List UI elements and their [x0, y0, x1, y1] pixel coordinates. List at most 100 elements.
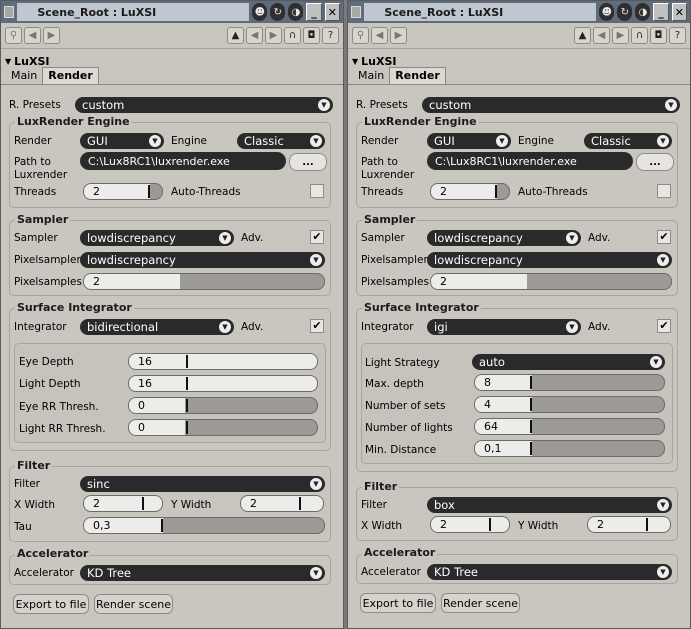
help-circle-icon[interactable]: ◑ [635, 3, 651, 21]
ywidth-slider[interactable]: 2 [240, 495, 324, 512]
accelerator-dropdown[interactable]: KD Tree ▼ [80, 565, 325, 581]
integrator-adv-checkbox[interactable]: ✔ [657, 319, 671, 333]
accelerator-dropdown[interactable]: KD Tree ▼ [427, 564, 672, 580]
home-icon[interactable]: ▲ [574, 27, 591, 44]
slider-handle[interactable] [489, 518, 491, 531]
back-arrow-icon[interactable]: ◀ [24, 27, 41, 44]
tab-main[interactable]: Main [6, 68, 42, 84]
pixelsamples-slider[interactable]: 2 [430, 273, 672, 290]
integrator-adv-checkbox[interactable]: ✔ [310, 319, 324, 333]
collapse-triangle-icon[interactable]: ▼ [352, 57, 358, 66]
path-label-line1: Path to [361, 156, 398, 168]
autothreads-checkbox[interactable] [310, 184, 324, 198]
path-input[interactable]: C:\Lux8RC1\luxrender.exe [80, 152, 286, 170]
minimize-button[interactable]: _ [306, 3, 322, 21]
forward-arrow-icon[interactable]: ▶ [390, 27, 407, 44]
filter-dropdown[interactable]: box ▼ [427, 497, 672, 513]
question-icon[interactable]: ? [322, 27, 339, 44]
close-button[interactable]: ✕ [324, 3, 340, 21]
sampler-dropdown[interactable]: lowdiscrepancy ▼ [80, 230, 234, 246]
recycle-icon[interactable]: ◘ [303, 27, 320, 44]
engine-dropdown[interactable]: Classic ▼ [237, 133, 325, 149]
refresh-icon[interactable]: ↻ [270, 3, 286, 21]
autothreads-checkbox[interactable] [657, 184, 671, 198]
search-icon[interactable]: ⚲ [352, 27, 369, 44]
threads-slider[interactable]: 2 [430, 183, 510, 200]
path-input[interactable]: C:\Lux8RC1\luxrender.exe [427, 152, 633, 170]
recycle-icon[interactable]: ◘ [650, 27, 667, 44]
slider-handle[interactable] [495, 185, 498, 198]
next-icon[interactable]: ▶ [265, 27, 282, 44]
param-slider[interactable]: 0 [128, 419, 318, 436]
sampler-adv-checkbox[interactable]: ✔ [310, 230, 324, 244]
engine-dropdown[interactable]: Classic ▼ [584, 133, 672, 149]
next-icon[interactable]: ▶ [612, 27, 629, 44]
filter-dropdown[interactable]: sinc ▼ [80, 476, 325, 492]
slider-handle[interactable] [148, 185, 151, 198]
title-bar[interactable]: Scene_Root : LuXSI ☻ ↻ ◑ _ ✕ [1, 1, 343, 23]
presets-dropdown[interactable]: custom ▼ [422, 97, 680, 113]
param-slider[interactable]: 0 [128, 397, 318, 414]
tab-render[interactable]: Render [389, 67, 446, 84]
pixelsamples-slider[interactable]: 2 [83, 273, 325, 290]
param-slider[interactable]: 64 [474, 418, 665, 435]
slider-handle[interactable] [142, 497, 144, 510]
collapse-triangle-icon[interactable]: ▼ [5, 57, 11, 66]
presets-dropdown[interactable]: custom ▼ [75, 97, 333, 113]
xwidth-slider[interactable]: 2 [430, 516, 510, 533]
minimize-button[interactable]: _ [653, 3, 669, 21]
refresh-icon[interactable]: ↻ [617, 3, 633, 21]
browse-button[interactable]: ... [636, 153, 674, 171]
prev-icon[interactable]: ◀ [246, 27, 263, 44]
sampler-adv-checkbox[interactable]: ✔ [657, 230, 671, 244]
ywidth-slider[interactable]: 2 [587, 516, 671, 533]
xwidth-slider[interactable]: 2 [83, 495, 163, 512]
export-button[interactable]: Export to file [13, 594, 89, 614]
integrator-dropdown[interactable]: bidirectional ▼ [80, 319, 234, 335]
integrator-dropdown[interactable]: igi ▼ [427, 319, 581, 335]
param-slider[interactable]: 0,1 [474, 440, 665, 457]
slider-handle[interactable] [186, 355, 188, 368]
render-scene-button[interactable]: Render scene [94, 594, 173, 614]
face-icon[interactable]: ☻ [599, 3, 615, 21]
slider-handle[interactable] [529, 442, 532, 455]
export-button[interactable]: Export to file [360, 593, 436, 613]
search-icon[interactable]: ⚲ [5, 27, 22, 44]
threads-slider[interactable]: 2 [83, 183, 163, 200]
render-dropdown[interactable]: GUI ▼ [427, 133, 511, 149]
help-circle-icon[interactable]: ◑ [288, 3, 304, 21]
slider-handle[interactable] [299, 497, 301, 510]
param-slider[interactable]: 4 [474, 396, 665, 413]
slider-handle[interactable] [529, 398, 532, 411]
tab-main[interactable]: Main [353, 68, 389, 84]
face-icon[interactable]: ☻ [252, 3, 268, 21]
slider-handle[interactable] [529, 376, 532, 389]
slider-handle[interactable] [186, 421, 188, 434]
forward-arrow-icon[interactable]: ▶ [43, 27, 60, 44]
param-slider[interactable]: 16 [128, 353, 318, 370]
home-icon[interactable]: ▲ [227, 27, 244, 44]
render-dropdown[interactable]: GUI ▼ [80, 133, 164, 149]
slider-handle[interactable] [161, 519, 164, 532]
pixelsampler-dropdown[interactable]: lowdiscrepancy ▼ [427, 252, 672, 268]
back-arrow-icon[interactable]: ◀ [371, 27, 388, 44]
lock-icon[interactable]: ∩ [631, 27, 648, 44]
param-slider[interactable]: 8 [474, 374, 665, 391]
tab-render[interactable]: Render [42, 67, 99, 84]
slider-handle[interactable] [646, 518, 648, 531]
close-button[interactable]: ✕ [671, 3, 687, 21]
sampler-dropdown[interactable]: lowdiscrepancy ▼ [427, 230, 581, 246]
slider-handle[interactable] [186, 377, 188, 390]
light-strategy-dropdown[interactable]: auto ▼ [472, 354, 665, 370]
render-scene-button[interactable]: Render scene [441, 593, 520, 613]
slider-handle[interactable] [186, 399, 188, 412]
question-icon[interactable]: ? [669, 27, 686, 44]
pixelsampler-dropdown[interactable]: lowdiscrepancy ▼ [80, 252, 325, 268]
lock-icon[interactable]: ∩ [284, 27, 301, 44]
tau-slider[interactable]: 0,3 [83, 517, 325, 534]
title-bar[interactable]: Scene_Root : LuXSI ☻ ↻ ◑ _ ✕ [348, 1, 690, 23]
prev-icon[interactable]: ◀ [593, 27, 610, 44]
slider-handle[interactable] [529, 420, 532, 433]
browse-button[interactable]: ... [289, 153, 327, 171]
param-slider[interactable]: 16 [128, 375, 318, 392]
